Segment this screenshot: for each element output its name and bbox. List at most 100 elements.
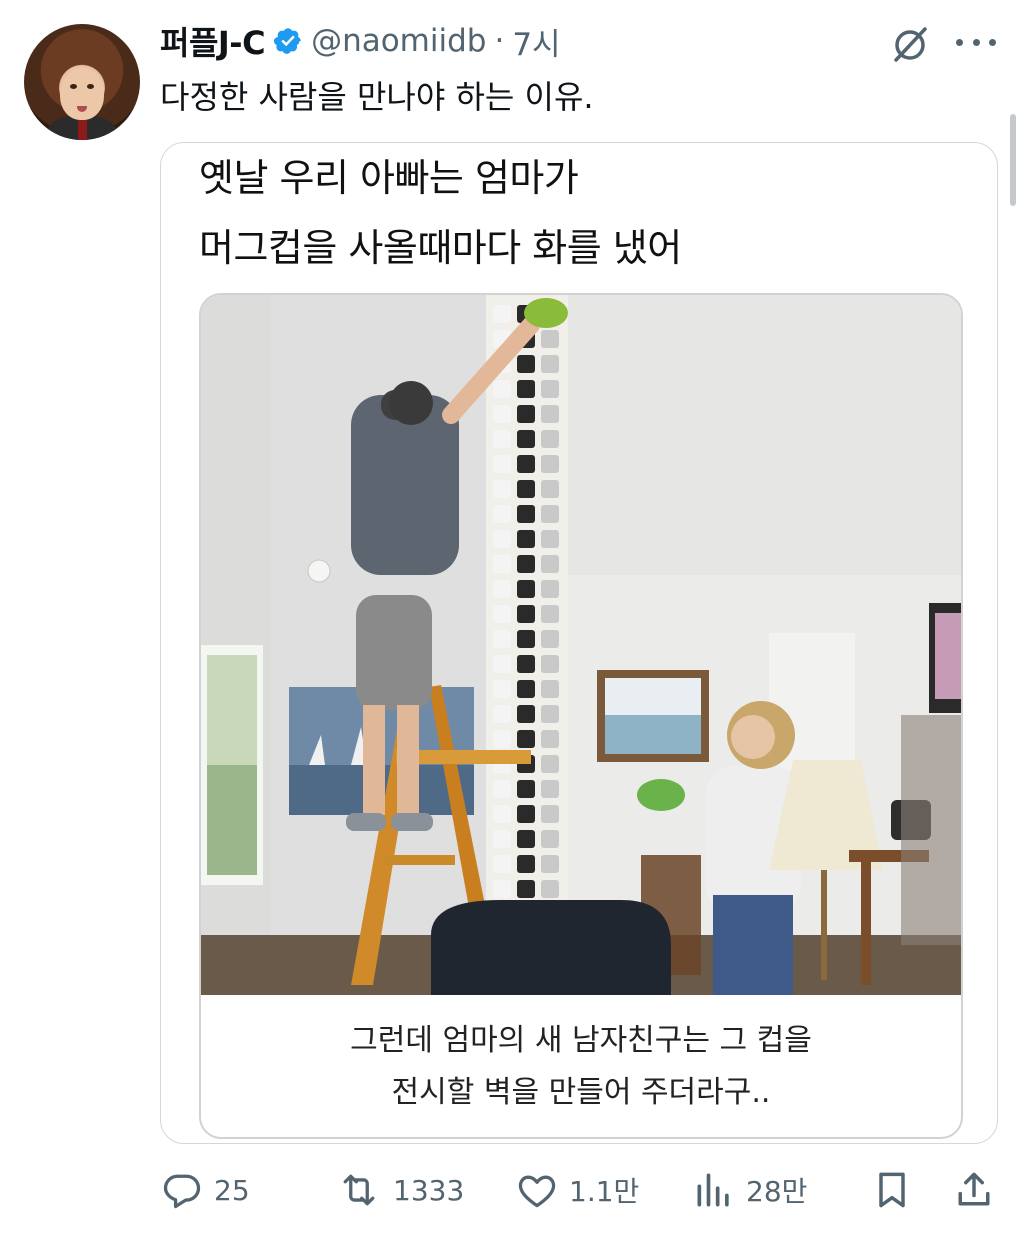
mug	[541, 530, 559, 548]
mug	[493, 430, 511, 448]
scrollbar[interactable]	[1010, 114, 1016, 206]
mug	[493, 530, 511, 548]
mug	[541, 680, 559, 698]
mug	[517, 455, 535, 473]
reply-button[interactable]: 25	[160, 1162, 250, 1218]
views-icon	[697, 1173, 729, 1207]
avatar-eye	[87, 84, 94, 89]
mug	[517, 855, 535, 873]
mug	[541, 880, 559, 898]
mug	[517, 880, 535, 898]
grok-button[interactable]	[888, 22, 932, 66]
like-button[interactable]: 1.1만	[515, 1162, 639, 1218]
media-photo[interactable]	[201, 295, 961, 995]
share-icon	[958, 1172, 990, 1206]
mug	[493, 605, 511, 623]
mug	[541, 780, 559, 798]
mug	[541, 730, 559, 748]
media-caption-top-line-2: 머그컵을 사올때마다 화를 냈어	[199, 226, 682, 270]
mug	[541, 430, 559, 448]
mug	[493, 480, 511, 498]
mug	[493, 455, 511, 473]
mug	[541, 355, 559, 373]
mug	[517, 505, 535, 523]
mug	[493, 655, 511, 673]
mug	[493, 780, 511, 798]
retweet-icon	[343, 1174, 375, 1206]
mug	[541, 380, 559, 398]
avatar-face	[60, 68, 104, 120]
media-caption-bottom-line-2: 전시할 벽을 만들어 주더라구..	[391, 1075, 771, 1110]
mug	[541, 630, 559, 648]
mug	[541, 755, 559, 773]
mug	[517, 605, 535, 623]
avatar[interactable]	[24, 24, 140, 140]
share-button[interactable]	[952, 1162, 996, 1218]
mug	[541, 405, 559, 423]
bookmark-icon	[879, 1172, 905, 1208]
mug	[517, 430, 535, 448]
mug	[493, 405, 511, 423]
mug	[493, 855, 511, 873]
mug	[541, 855, 559, 873]
media-card[interactable]: 옛날 우리 아빠는 엄마가 머그컵을 사올때마다 화를 냈어 그런데 엄마의 새…	[160, 142, 998, 1144]
mug	[517, 655, 535, 673]
mug	[493, 380, 511, 398]
mug	[541, 580, 559, 598]
avatar-tie	[78, 120, 87, 140]
more-options-button[interactable]	[956, 24, 996, 60]
timestamp[interactable]: 7시	[512, 19, 560, 64]
mug	[517, 530, 535, 548]
reply-count: 25	[214, 1173, 250, 1207]
media-caption-top-line-1: 옛날 우리 아빠는 엄마가	[199, 156, 579, 200]
grok-icon	[894, 27, 927, 62]
mug	[541, 705, 559, 723]
mug	[517, 780, 535, 798]
retweet-button[interactable]: 1333	[335, 1162, 464, 1218]
mug	[541, 455, 559, 473]
avatar-eye	[70, 84, 77, 89]
mug	[493, 505, 511, 523]
more-dot-icon	[972, 38, 980, 46]
mug	[493, 630, 511, 648]
like-count: 1.1만	[569, 1175, 640, 1208]
mug	[541, 605, 559, 623]
display-name[interactable]: 퍼플J-C	[160, 18, 266, 64]
mug	[493, 880, 511, 898]
mug	[541, 555, 559, 573]
author-handle[interactable]: @naomiidb	[311, 23, 486, 59]
mug	[517, 680, 535, 698]
mug	[541, 480, 559, 498]
mug	[493, 580, 511, 598]
mug	[517, 580, 535, 598]
mug	[517, 705, 535, 723]
mug	[517, 405, 535, 423]
mug	[517, 805, 535, 823]
mug	[541, 830, 559, 848]
mug	[493, 305, 511, 323]
reply-icon	[163, 1174, 201, 1209]
separator-dot: ·	[494, 23, 505, 59]
mug	[493, 805, 511, 823]
mug	[517, 730, 535, 748]
mug	[517, 380, 535, 398]
mug	[541, 655, 559, 673]
mug	[541, 505, 559, 523]
views-count: 28만	[746, 1175, 808, 1208]
mug	[541, 330, 559, 348]
mug	[493, 680, 511, 698]
mug	[493, 705, 511, 723]
more-dot-icon	[956, 38, 963, 46]
media-inner-frame: 그런데 엄마의 새 남자친구는 그 컵을 전시할 벽을 만들어 주더라구..	[199, 293, 963, 1139]
heart-icon	[518, 1175, 556, 1208]
action-bar: 25 1333 1.1만 28만	[160, 1162, 1000, 1218]
media-caption-bottom-line-1: 그런데 엄마의 새 남자친구는 그 컵을	[350, 1023, 812, 1058]
mug	[517, 830, 535, 848]
retweet-count: 1333	[393, 1173, 465, 1207]
mug	[541, 805, 559, 823]
bookmark-button[interactable]	[870, 1162, 914, 1218]
views-button[interactable]: 28만	[692, 1162, 807, 1218]
mug	[493, 730, 511, 748]
mug	[517, 480, 535, 498]
mug	[517, 555, 535, 573]
